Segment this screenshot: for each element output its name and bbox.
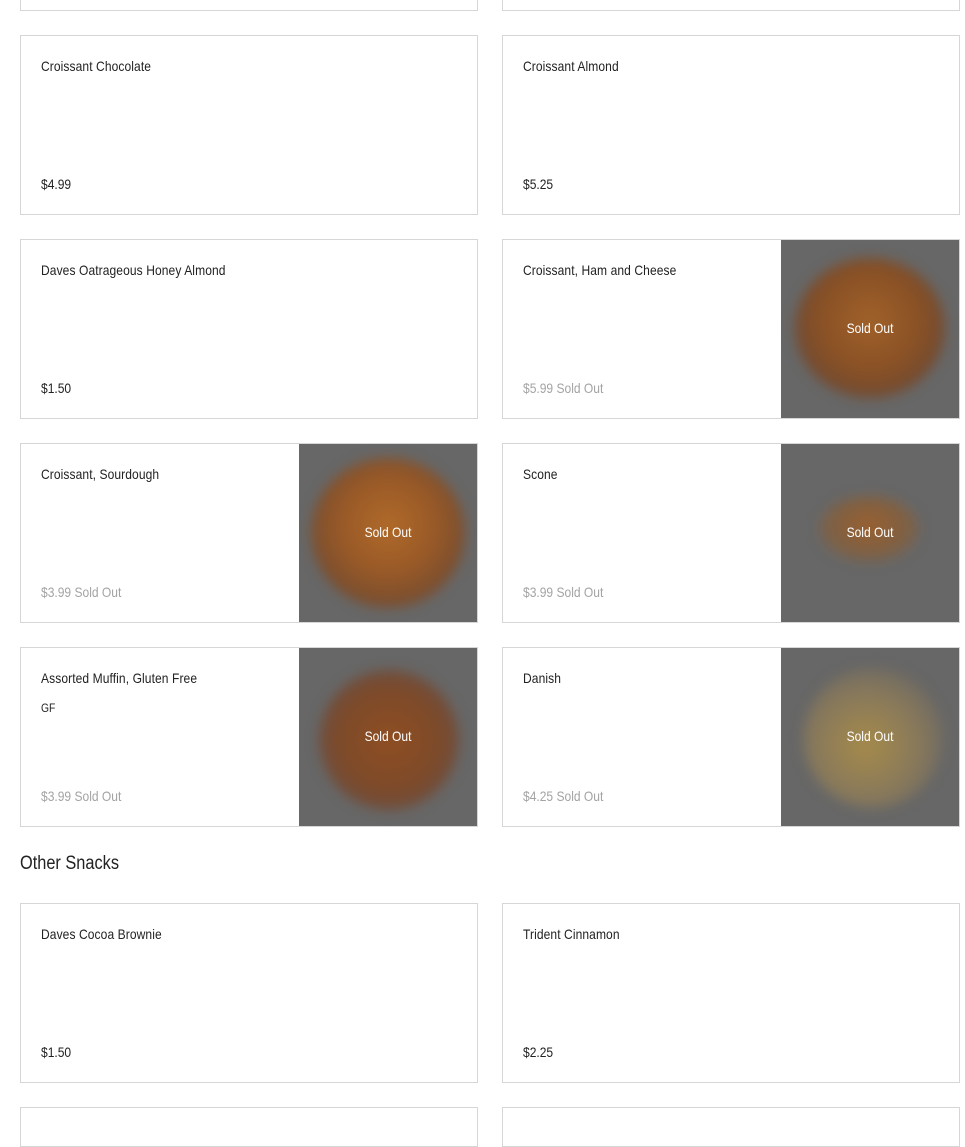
item-price: $5.25	[523, 176, 554, 192]
item-price: $1.50	[41, 1044, 72, 1060]
menu-item-card[interactable]: Croissant, Ham and Cheese $5.99 Sold Out…	[502, 239, 960, 419]
item-name: Croissant, Sourdough	[41, 466, 160, 482]
menu-page: Croissant Chocolate $4.99 Croissant Almo…	[0, 0, 965, 1147]
sold-out-overlay-label: Sold Out	[846, 524, 894, 540]
item-image: Sold Out	[781, 648, 959, 826]
item-image: Sold Out	[299, 648, 477, 826]
item-name: Daves Oatrageous Honey Almond	[41, 262, 226, 278]
item-price: $4.25 Sold Out	[523, 788, 604, 804]
menu-item-card[interactable]: Danish $4.25 Sold Out Sold Out	[502, 647, 960, 827]
menu-item-card[interactable]: Croissant Chocolate $4.99	[20, 35, 478, 215]
item-name: Croissant Almond	[523, 58, 619, 74]
menu-item-card[interactable]: Croissant Almond $5.25	[502, 35, 960, 215]
item-name: Croissant, Ham and Cheese	[523, 262, 677, 278]
item-price: $1.50	[41, 380, 72, 396]
gluten-free-tag: GF	[41, 701, 56, 715]
menu-item-card[interactable]: Daves Oatrageous Honey Almond $1.50	[20, 239, 478, 419]
item-price: $5.99 Sold Out	[523, 380, 604, 396]
item-price: $4.99	[41, 176, 72, 192]
item-price: $2.25	[523, 1044, 554, 1060]
item-image: Sold Out	[299, 444, 477, 622]
menu-item-card[interactable]: Trident Cinnamon $2.25	[502, 903, 960, 1083]
menu-item-card-partial-left[interactable]	[20, 0, 478, 11]
menu-item-card[interactable]: Daves Cocoa Brownie $1.50	[20, 903, 478, 1083]
item-name: Croissant Chocolate	[41, 58, 152, 74]
sold-out-overlay-label: Sold Out	[364, 728, 412, 744]
menu-item-card-partial-left[interactable]	[20, 1107, 478, 1147]
item-name: Assorted Muffin, Gluten Free	[41, 670, 198, 686]
item-image: Sold Out	[781, 240, 959, 418]
menu-item-card[interactable]: Scone $3.99 Sold Out Sold Out	[502, 443, 960, 623]
item-name: Daves Cocoa Brownie	[41, 926, 162, 942]
menu-item-card-partial-right[interactable]	[502, 1107, 960, 1147]
menu-item-card[interactable]: Croissant, Sourdough $3.99 Sold Out Sold…	[20, 443, 478, 623]
item-name: Trident Cinnamon	[523, 926, 620, 942]
sold-out-overlay-label: Sold Out	[364, 524, 412, 540]
item-price: $3.99 Sold Out	[523, 584, 604, 600]
sold-out-overlay-label: Sold Out	[846, 728, 894, 744]
sold-out-overlay-label: Sold Out	[846, 320, 894, 336]
menu-item-card-partial-right[interactable]	[502, 0, 960, 11]
item-price: $3.99 Sold Out	[41, 788, 122, 804]
item-name: Danish	[523, 670, 562, 686]
item-name: Scone	[523, 466, 558, 482]
menu-item-card[interactable]: Assorted Muffin, Gluten Free GF $3.99 So…	[20, 647, 478, 827]
item-image: Sold Out	[781, 444, 959, 622]
section-title: Other Snacks	[20, 853, 119, 874]
item-price: $3.99 Sold Out	[41, 584, 122, 600]
